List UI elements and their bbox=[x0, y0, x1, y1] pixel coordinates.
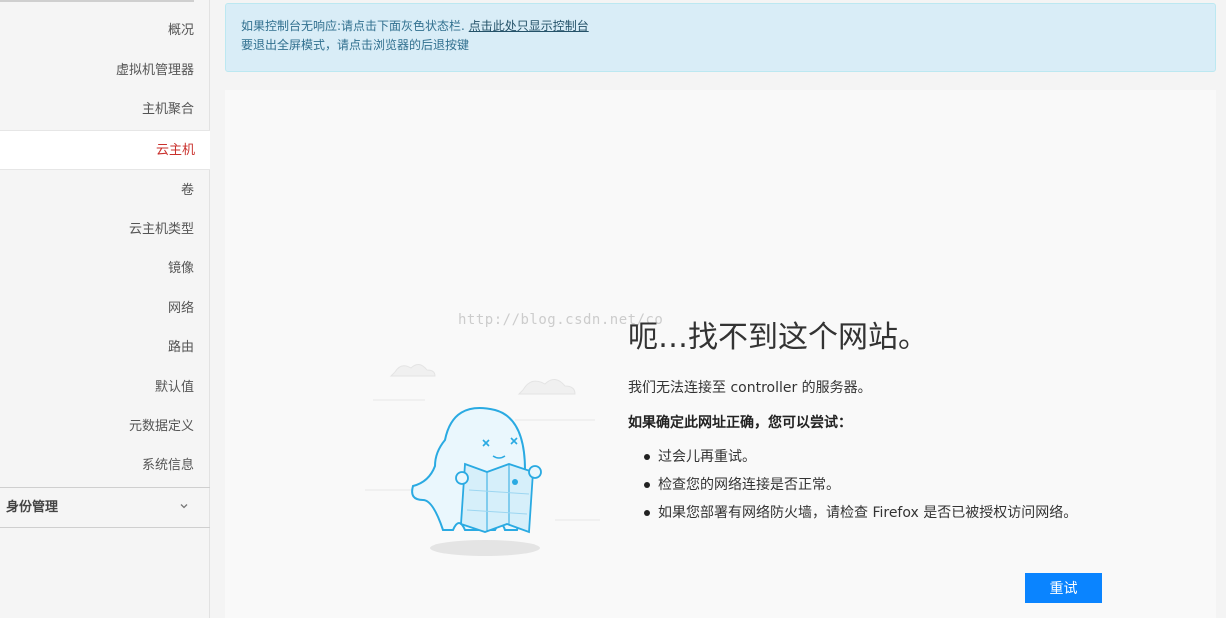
suggestion-list: 过会儿再重试。 检查您的网络连接是否正常。 如果您部署有网络防火墙，请检查 Fi… bbox=[628, 447, 1077, 531]
alert-line-1: 如果控制台无响应:请点击下面灰色状态栏. 点击此处只显示控制台 bbox=[241, 17, 1200, 36]
identity-section-label: 身份管理 bbox=[6, 500, 59, 515]
sidebar-section-identity[interactable]: 身份管理 bbox=[0, 487, 210, 528]
console-info-alert: 如果控制台无响应:请点击下面灰色状态栏. 点击此处只显示控制台 要退出全屏模式，… bbox=[225, 3, 1216, 72]
sidebar-top-divider bbox=[0, 0, 194, 2]
sidebar-item-volumes[interactable]: 卷 bbox=[4, 171, 194, 211]
try-heading: 如果确定此网址正确，您可以尝试： bbox=[628, 415, 852, 431]
show-console-only-link[interactable]: 点击此处只显示控制台 bbox=[469, 19, 589, 33]
sidebar-item-instances[interactable]: 云主机 bbox=[0, 130, 210, 170]
sidebar-item-hypervisors[interactable]: 虚拟机管理器 bbox=[4, 51, 194, 91]
retry-button[interactable]: 重试 bbox=[1025, 573, 1102, 603]
sidebar-item-networks[interactable]: 网络 bbox=[4, 289, 194, 329]
list-item: 过会儿再重试。 bbox=[628, 447, 1077, 475]
sidebar-item-metadata-definitions[interactable]: 元数据定义 bbox=[4, 407, 194, 447]
list-item: 检查您的网络连接是否正常。 bbox=[628, 475, 1077, 503]
error-description: 我们无法连接至 controller 的服务器。 bbox=[628, 380, 872, 396]
sidebar-item-defaults[interactable]: 默认值 bbox=[4, 368, 194, 408]
sidebar-item-overview[interactable]: 概况 bbox=[4, 11, 194, 51]
page-title: 呃…找不到这个网站。 bbox=[628, 320, 928, 355]
lost-monster-map-illustration bbox=[365, 364, 600, 556]
alert-line-2: 要退出全屏模式，请点击浏览器的后退按键 bbox=[241, 38, 470, 52]
list-item: 如果您部署有网络防火墙，请检查 Firefox 是否已被授权访问网络。 bbox=[628, 503, 1077, 531]
alert-message: 如果控制台无响应:请点击下面灰色状态栏. bbox=[241, 19, 465, 33]
sidebar: 概况 虚拟机管理器 主机聚合 云主机 卷 云主机类型 镜像 网络 路由 默认值 … bbox=[0, 0, 210, 618]
chevron-down-icon bbox=[180, 504, 188, 509]
browser-error-panel: http://blog.csdn.net/co 呃…找不到这个网站。 我们无法连… bbox=[225, 90, 1216, 618]
sidebar-item-images[interactable]: 镜像 bbox=[4, 249, 194, 289]
sidebar-item-system-info[interactable]: 系统信息 bbox=[4, 446, 194, 486]
sidebar-item-flavors[interactable]: 云主机类型 bbox=[4, 210, 194, 250]
sidebar-item-routers[interactable]: 路由 bbox=[4, 328, 194, 368]
sidebar-item-host-aggregates[interactable]: 主机聚合 bbox=[4, 90, 194, 130]
